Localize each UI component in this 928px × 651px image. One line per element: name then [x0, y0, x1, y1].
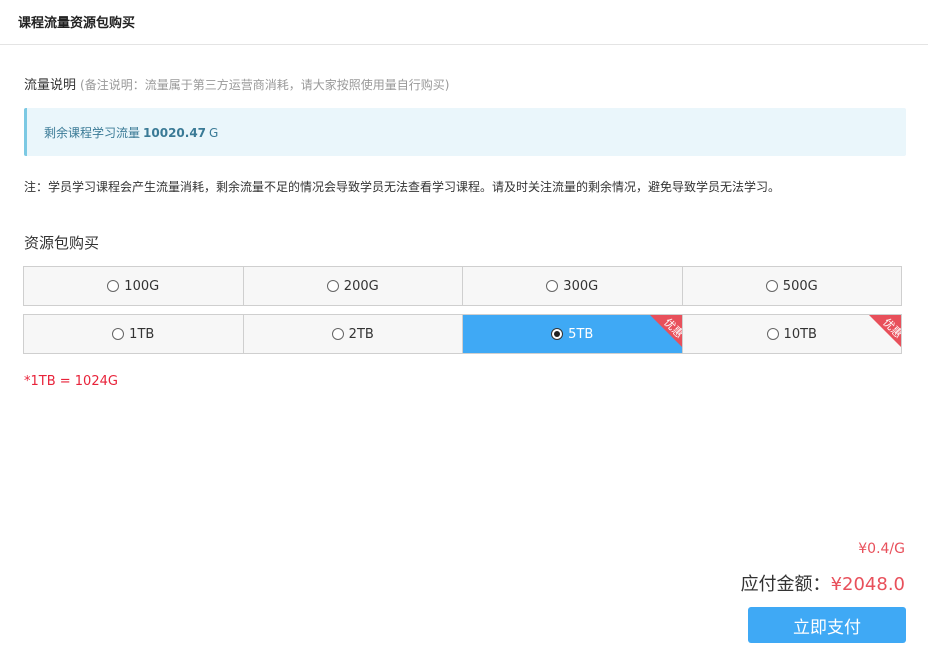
package-option-1tb[interactable]: 1TB — [24, 315, 244, 353]
package-option-label: 500G — [782, 278, 818, 294]
radio-button[interactable] — [107, 280, 120, 292]
package-option-label: 300G — [563, 278, 599, 294]
radio-button[interactable] — [331, 328, 344, 340]
package-option-label: 10TB — [783, 326, 817, 342]
package-option-10tb[interactable]: 10TB 优惠 — [683, 315, 901, 353]
radio-button-checked[interactable] — [551, 328, 564, 340]
package-option-label: 1TB — [129, 326, 155, 342]
usage-notice: 注：学员学习课程会产生流量消耗，剩余流量不足的情况会导致学员无法查看学习课程。请… — [24, 180, 781, 194]
pay-now-button[interactable]: 立即支付 — [748, 607, 906, 643]
remaining-traffic: 剩余课程学习流量 10020.47 G — [44, 124, 218, 141]
total-amount-label: 应付金额： — [740, 574, 831, 595]
radio-button[interactable] — [546, 280, 559, 292]
traffic-description-note: (备注说明：流量属于第三方运营商消耗，请大家按照使用量自行购买) — [80, 78, 450, 92]
radio-button[interactable] — [765, 280, 778, 292]
radio-button[interactable] — [766, 328, 779, 340]
package-row-1: 100G 200G 300G 500G — [23, 266, 902, 306]
remaining-traffic-label: 剩余课程学习流量 — [44, 126, 141, 140]
remaining-traffic-box: 剩余课程学习流量 10020.47 G — [24, 108, 906, 156]
package-option-label: 5TB — [568, 326, 594, 342]
package-section-title: 资源包购买 — [24, 234, 100, 252]
package-option-5tb[interactable]: 5TB 优惠 — [463, 315, 683, 353]
package-option-label: 200G — [343, 278, 379, 294]
package-option-200g[interactable]: 200G — [244, 267, 463, 305]
total-amount: 应付金额：¥2048.0 — [741, 570, 905, 596]
remaining-traffic-value: 10020.47 — [143, 126, 207, 140]
remaining-traffic-unit: G — [209, 126, 219, 140]
package-option-500g[interactable]: 500G — [683, 267, 902, 305]
total-amount-value: ¥2048.0 — [830, 574, 905, 595]
radio-button[interactable] — [326, 280, 339, 292]
page-header: 课程流量资源包购买 — [0, 0, 928, 45]
package-row-2: 1TB 2TB 5TB 优惠 10TB 优惠 — [23, 314, 902, 354]
radio-button[interactable] — [112, 328, 125, 340]
unit-conversion-note: *1TB = 1024G — [24, 374, 118, 389]
traffic-description: 流量说明 (备注说明：流量属于第三方运营商消耗，请大家按照使用量自行购买) — [24, 74, 449, 93]
package-option-label: 2TB — [348, 326, 374, 342]
package-option-label: 100G — [124, 278, 160, 294]
traffic-description-label: 流量说明 — [24, 78, 77, 93]
page-title: 课程流量资源包购买 — [18, 16, 136, 31]
package-option-300g[interactable]: 300G — [463, 267, 683, 305]
package-option-2tb[interactable]: 2TB — [244, 315, 463, 353]
unit-price: ¥0.4/G — [858, 541, 905, 557]
package-option-100g[interactable]: 100G — [24, 267, 244, 305]
